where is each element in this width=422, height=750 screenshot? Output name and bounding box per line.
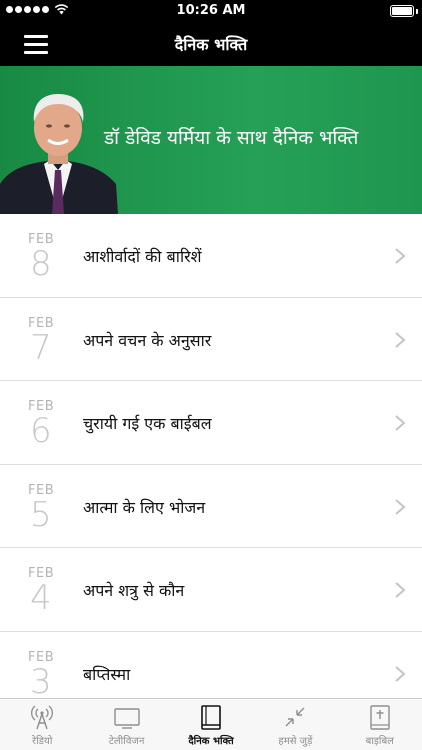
list-item[interactable]: FEB 5 आत्मा के लिए भोजन	[0, 464, 422, 548]
battery-icon	[390, 5, 414, 17]
header-banner: डॉ डेविड यर्मिया के साथ दैनिक भक्ति	[0, 66, 422, 214]
list-item[interactable]: FEB 6 चुरायी गई एक बाईबल	[0, 381, 422, 465]
status-time: 10:26 AM	[176, 3, 246, 18]
list-item[interactable]: FEB 3 बप्तिस्मा	[0, 631, 422, 699]
tab-bible[interactable]: बाइबिल	[338, 699, 422, 750]
chevron-right-icon	[395, 498, 406, 515]
tab-television[interactable]: टेलीविजन	[84, 699, 168, 750]
tv-icon	[113, 708, 140, 729]
tab-bar: रेडियो टेलीविजन दैनिक भक्ति हमसे जुड़ें …	[0, 698, 422, 750]
status-bar: 10:26 AM	[0, 0, 422, 22]
devotional-title: आशीर्वादों की बारिशें	[83, 247, 202, 266]
chevron-right-icon	[395, 331, 406, 348]
tab-label: रेडियो	[31, 736, 53, 747]
speaker-photo	[0, 94, 118, 214]
devotional-title: आत्मा के लिए भोजन	[83, 497, 206, 517]
tab-label: हमसे जुड़ें	[278, 736, 313, 747]
devotional-list: FEB 8 आशीर्वादों की बारिशें FEB 7 अपने व…	[0, 214, 422, 698]
tab-connect[interactable]: हमसे जुड़ें	[253, 699, 337, 750]
tab-label: दैनिक भक्ति	[188, 736, 234, 747]
date-day: 8	[30, 244, 52, 284]
connect-arrows-icon	[285, 707, 305, 727]
banner-title: डॉ डेविड यर्मिया के साथ दैनिक भक्ति	[104, 127, 359, 149]
tab-daily-devotional[interactable]: दैनिक भक्ति	[169, 699, 253, 750]
devotional-title: बप्तिस्मा	[83, 664, 131, 684]
date-day: 6	[30, 411, 52, 451]
date-day: 5	[30, 494, 52, 535]
book-icon	[201, 705, 221, 730]
date-day: 3	[30, 661, 52, 699]
list-item[interactable]: FEB 7 अपने वचन के अनुसार	[0, 297, 422, 381]
tab-radio[interactable]: रेडियो	[0, 699, 84, 750]
chevron-right-icon	[395, 248, 406, 264]
devotional-title: अपने शत्रु से कौन	[83, 581, 185, 600]
chevron-right-icon	[395, 415, 406, 431]
list-item[interactable]: FEB 8 आशीर्वादों की बारिशें	[0, 214, 422, 298]
radio-tower-icon	[31, 705, 54, 730]
date-day: 7	[30, 327, 52, 368]
chevron-right-icon	[395, 665, 406, 682]
navigation-bar: दैनिक भक्ति	[0, 22, 422, 66]
list-item[interactable]: FEB 4 अपने शत्रु से कौन	[0, 548, 422, 632]
devotional-title: अपने वचन के अनुसार	[83, 330, 212, 350]
devotional-title: चुरायी गई एक बाईबल	[83, 414, 212, 433]
bible-icon	[370, 705, 390, 730]
chevron-right-icon	[395, 582, 406, 598]
page-title: दैनिक भक्ति	[174, 35, 248, 54]
tab-label: टेलीविजन	[108, 736, 145, 747]
date-day: 4	[30, 578, 52, 618]
tab-label: बाइबिल	[365, 736, 394, 747]
